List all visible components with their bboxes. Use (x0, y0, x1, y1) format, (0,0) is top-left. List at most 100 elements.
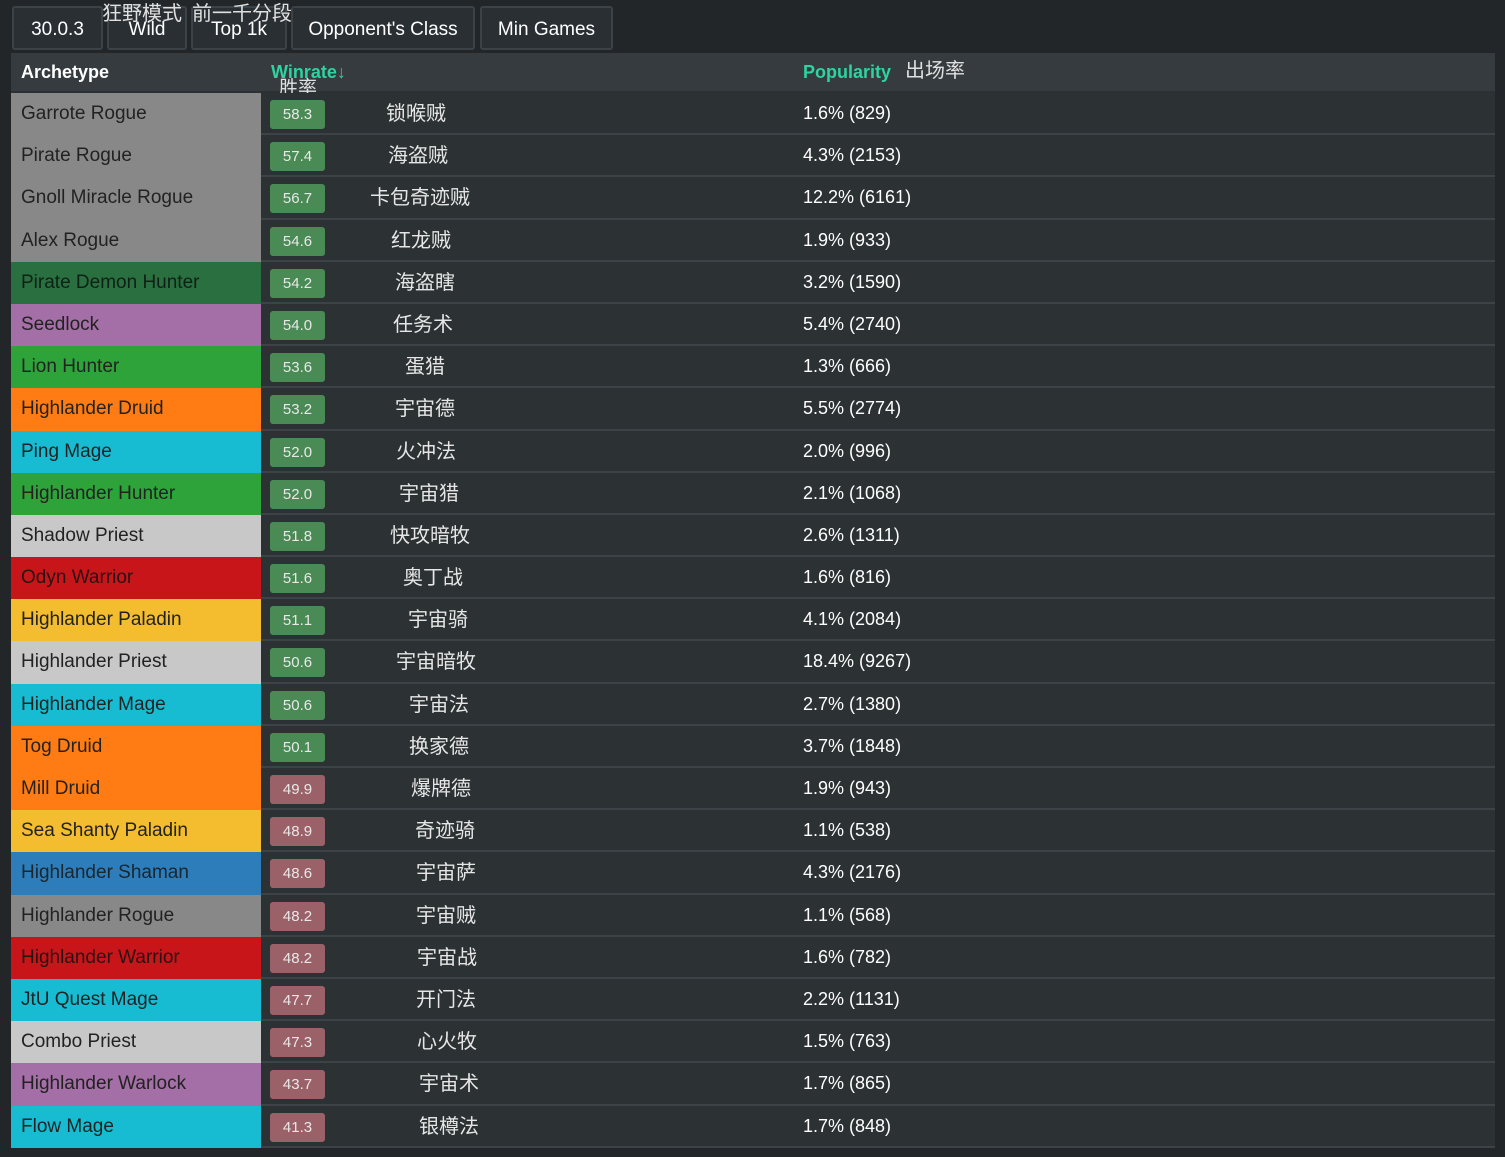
winrate-badge: 47.7 (270, 985, 325, 1015)
archetype-name[interactable]: Gnoll Miracle Rogue (11, 177, 261, 220)
table-row[interactable]: Tog Druid 50.1 换家德 3.7% (1848) (11, 725, 1495, 768)
popularity-value: 18.4% (9267) (803, 651, 912, 672)
archetype-chinese-name: 宇宙战 (417, 946, 477, 969)
patch-filter-button[interactable]: 30.0.3 (12, 6, 103, 50)
opponent-class-filter-label: Opponent's Class (308, 19, 458, 40)
winrate-badge: 51.8 (270, 521, 325, 551)
archetype-name[interactable]: Seedlock (11, 303, 261, 347)
table-row[interactable]: Highlander Shaman 48.6 宇宙萨 4.3% (2176) (11, 852, 1495, 895)
table-row[interactable]: Highlander Mage 50.6 宇宙法 2.7% (1380) (11, 683, 1495, 726)
archetype-name[interactable]: Shadow Priest (11, 514, 261, 558)
popularity-value: 2.2% (1131) (803, 988, 900, 1009)
archetype-chinese-name: 卡包奇迹贼 (370, 187, 470, 210)
archetype-name[interactable]: Highlander Rogue (11, 894, 261, 937)
archetype-name[interactable]: Highlander Warlock (11, 1063, 261, 1106)
archetype-name[interactable]: Combo Priest (11, 1021, 261, 1064)
winrate-badge: 48.6 (270, 859, 325, 889)
archetype-name[interactable]: Flow Mage (11, 1105, 261, 1148)
popularity-value: 1.6% (816) (803, 567, 892, 588)
table-row[interactable]: JtU Quest Mage 47.7 开门法 2.2% (1131) (11, 978, 1495, 1022)
table-row[interactable]: Sea Shanty Paladin 48.9 奇迹骑 1.1% (538) (11, 810, 1495, 853)
table-row[interactable]: Highlander Warlock 43.7 宇宙术 1.7% (865) (11, 1063, 1495, 1106)
archetype-name[interactable]: Tog Druid (11, 725, 261, 768)
table-row[interactable]: Flow Mage 41.3 银樽法 1.7% (848) (11, 1105, 1495, 1148)
archetype-name[interactable]: Ping Mage (11, 430, 261, 473)
archetype-name[interactable]: Pirate Rogue (11, 135, 261, 178)
archetype-name[interactable]: Lion Hunter (11, 346, 261, 389)
winrate-badge: 53.2 (270, 395, 325, 425)
popularity-value: 1.6% (782) (803, 946, 892, 967)
archetype-table: Archetype Winrate↓ Popularity 出场率 胜率 Gar… (11, 53, 1495, 1148)
archetype-chinese-name: 心火牧 (417, 1031, 477, 1054)
archetype-chinese-name: 海盗瞎 (395, 271, 455, 294)
table-row[interactable]: Highlander Rogue 48.2 宇宙贼 1.1% (568) (11, 894, 1495, 937)
archetype-name[interactable]: Highlander Druid (11, 388, 261, 431)
table-row[interactable]: Garrote Rogue 58.3 锁喉贼 1.6% (829) (11, 93, 1495, 136)
winrate-badge: 53.6 (270, 353, 325, 383)
archetype-name[interactable]: Highlander Hunter (11, 472, 261, 515)
archetype-name[interactable]: Odyn Warrior (11, 557, 261, 600)
archetype-chinese-name: 宇宙骑 (408, 609, 468, 632)
popularity-value: 4.3% (2153) (803, 145, 902, 166)
archetype-chinese-name: 任务术 (393, 313, 453, 336)
winrate-badge: 48.2 (270, 943, 325, 973)
winrate-badge: 57.4 (270, 142, 325, 172)
table-row[interactable]: Lion Hunter 53.6 蛋猎 1.3% (666) (11, 346, 1495, 389)
mode-filter-button[interactable]: Wild (107, 6, 187, 50)
archetype-name[interactable]: Garrote Rogue (11, 93, 261, 136)
archetype-name[interactable]: Highlander Warrior (11, 936, 261, 979)
archetype-name[interactable]: Sea Shanty Paladin (11, 810, 261, 853)
table-row[interactable]: Combo Priest 47.3 心火牧 1.5% (763) (11, 1021, 1495, 1064)
table-row[interactable]: Highlander Hunter 52.0 宇宙猎 2.1% (1068) (11, 472, 1495, 515)
archetype-name[interactable]: Highlander Paladin (11, 599, 261, 642)
min-games-filter-button[interactable]: Min Games (480, 6, 613, 50)
archetype-column-header[interactable]: Archetype (21, 53, 109, 91)
table-row[interactable]: Seedlock 54.0 任务术 5.4% (2740) (11, 303, 1495, 347)
winrate-badge: 43.7 (270, 1070, 325, 1100)
archetype-chinese-name: 宇宙萨 (416, 862, 476, 885)
table-row[interactable]: Ping Mage 52.0 火冲法 2.0% (996) (11, 430, 1495, 473)
archetype-chinese-name: 宇宙暗牧 (396, 651, 476, 674)
table-row[interactable]: Mill Druid 49.9 爆牌德 1.9% (943) (11, 768, 1495, 811)
winrate-badge: 51.6 (270, 564, 325, 594)
table-row[interactable]: Highlander Priest 50.6 宇宙暗牧 18.4% (9267) (11, 641, 1495, 684)
table-row[interactable]: Shadow Priest 51.8 快攻暗牧 2.6% (1311) (11, 514, 1495, 558)
table-row[interactable]: Gnoll Miracle Rogue 56.7 卡包奇迹贼 12.2% (6161) (11, 177, 1495, 220)
table-row[interactable]: Pirate Rogue 57.4 海盗贼 4.3% (2153) (11, 135, 1495, 178)
archetype-name[interactable]: JtU Quest Mage (11, 978, 261, 1022)
table-row[interactable]: Alex Rogue 54.6 红龙贼 1.9% (933) (11, 219, 1495, 262)
winrate-badge: 49.9 (270, 775, 325, 804)
archetype-chinese-name: 红龙贼 (391, 229, 451, 252)
archetype-name[interactable]: Highlander Mage (11, 683, 261, 726)
table-row[interactable]: Highlander Paladin 51.1 宇宙骑 4.1% (2084) (11, 599, 1495, 642)
popularity-value: 4.1% (2084) (803, 609, 902, 630)
popularity-value: 1.5% (763) (803, 1031, 892, 1052)
winrate-badge: 50.6 (270, 690, 325, 720)
winrate-badge: 47.3 (270, 1028, 325, 1058)
popularity-value: 2.0% (996) (803, 440, 892, 461)
archetype-chinese-name: 换家德 (409, 735, 469, 758)
archetype-name[interactable]: Mill Druid (11, 768, 261, 811)
rank-filter-button[interactable]: Top 1k (191, 6, 287, 50)
popularity-value: 1.1% (538) (803, 820, 892, 841)
winrate-badge: 54.0 (270, 310, 325, 340)
popularity-value: 4.3% (2176) (803, 862, 902, 883)
table-row[interactable]: Odyn Warrior 51.6 奥丁战 1.6% (816) (11, 557, 1495, 600)
archetype-name[interactable]: Highlander Shaman (11, 852, 261, 895)
winrate-badge: 50.6 (270, 648, 325, 678)
popularity-value: 1.3% (666) (803, 356, 892, 377)
table-row[interactable]: Highlander Druid 53.2 宇宙德 5.5% (2774) (11, 388, 1495, 431)
winrate-badge: 48.2 (270, 901, 325, 931)
archetype-name[interactable]: Highlander Priest (11, 641, 261, 684)
archetype-chinese-name: 奥丁战 (403, 567, 463, 590)
archetype-name[interactable]: Alex Rogue (11, 219, 261, 262)
opponent-class-filter-button[interactable]: Opponent's Class (291, 6, 475, 50)
table-row[interactable]: Highlander Warrior 48.2 宇宙战 1.6% (782) (11, 936, 1495, 979)
archetype-name[interactable]: Pirate Demon Hunter (11, 261, 261, 304)
archetype-chinese-name: 宇宙贼 (416, 904, 476, 927)
winrate-badge: 56.7 (270, 184, 325, 214)
archetype-chinese-name: 宇宙猎 (399, 482, 459, 505)
popularity-value: 1.6% (829) (803, 103, 892, 123)
popularity-column-header[interactable]: Popularity (803, 53, 891, 91)
table-row[interactable]: Pirate Demon Hunter 54.2 海盗瞎 3.2% (1590) (11, 261, 1495, 304)
